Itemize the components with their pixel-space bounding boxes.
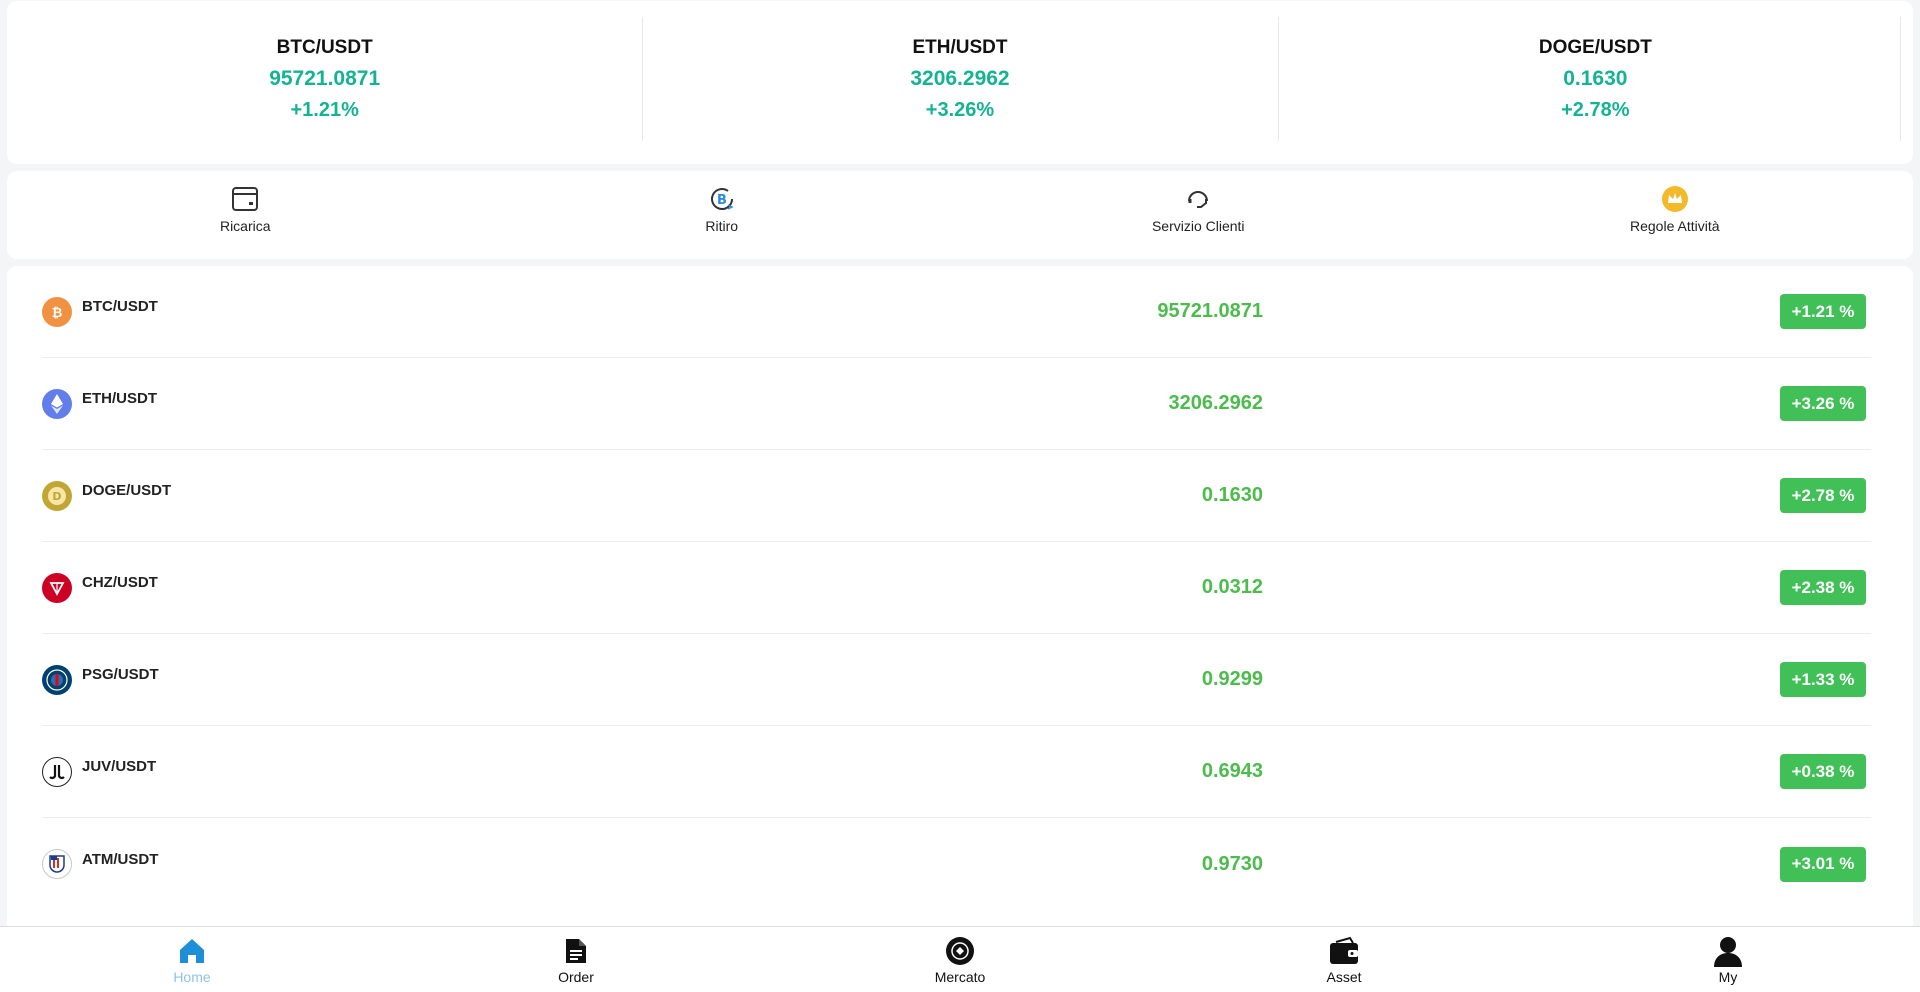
svg-text:₿: ₿ [52, 306, 63, 321]
market-row-eth[interactable]: ETH/USDT 3206.2962 +3.26 % [42, 358, 1871, 450]
market-row-chz[interactable]: CHZ/USDT 0.0312 +2.38 % [42, 542, 1871, 634]
nav-label: Home [173, 969, 211, 985]
nav-order[interactable]: Order [384, 927, 768, 992]
coin-symbol: DOGE/USDT [82, 482, 172, 499]
market-icon [944, 935, 976, 967]
market-row-atm[interactable]: ATM/USDT 0.9730 +3.01 % [42, 818, 1871, 910]
ticker-price: 0.1630 [1563, 67, 1628, 90]
coin-info: ETH/USDT [42, 388, 642, 419]
atm-icon [42, 849, 72, 879]
market-row-psg[interactable]: PSG/USDT 0.9299 +1.33 % [42, 634, 1871, 726]
coin-price: 0.9730 [1201, 852, 1263, 875]
crown-icon [1660, 184, 1690, 214]
change-badge: +1.21 % [1780, 294, 1866, 329]
ticker-symbol: DOGE/USDT [1538, 37, 1652, 58]
coin-info: D DOGE/USDT [42, 480, 642, 511]
ticker-price: 95721.0871 [269, 67, 381, 90]
wallet-card-icon [230, 184, 260, 214]
ticker-change: +1.21% [290, 99, 359, 121]
ritiro-button[interactable]: B Ritiro [484, 171, 961, 259]
ticker-change: +3.26% [925, 99, 995, 121]
document-icon [560, 935, 592, 967]
coin-price: 0.1630 [1201, 484, 1263, 506]
change-badge: +1.33 % [1780, 662, 1866, 697]
ticker-btc[interactable]: BTC/USDT 95721.0871 +1.21% [7, 17, 642, 141]
coin-info: JUV/USDT [42, 756, 642, 787]
coin-symbol: BTC/USDT [82, 298, 158, 315]
doge-icon: D [42, 480, 72, 511]
change-badge: +2.78 % [1780, 478, 1866, 513]
coin-symbol: ETH/USDT [82, 390, 157, 407]
coin-symbol: CHZ/USDT [82, 574, 158, 591]
ticker-price: 3206.2962 [910, 67, 1010, 90]
coin-info: ₿ BTC/USDT [42, 296, 642, 327]
quick-action-label: Regole Attività [1630, 218, 1720, 234]
chz-icon [42, 572, 72, 603]
nav-home[interactable]: Home [0, 927, 384, 992]
ticker-eth[interactable]: ETH/USDT 3206.2962 +3.26% [642, 17, 1277, 141]
change-badge: +3.26 % [1780, 386, 1866, 421]
psg-icon [42, 664, 72, 695]
coin-info: ATM/USDT [42, 849, 642, 879]
quick-action-label: Servizio Clienti [1151, 218, 1245, 234]
juv-icon [42, 756, 72, 787]
coin-price: 3206.2962 [1168, 392, 1263, 414]
coin-price: 0.0312 [1201, 576, 1263, 598]
nav-label: My [1718, 969, 1738, 985]
user-icon [1712, 935, 1744, 967]
bitcoin-withdraw-icon: B [707, 184, 737, 214]
eth-icon [42, 388, 72, 419]
coin-symbol: JUV/USDT [82, 758, 157, 775]
ricarica-button[interactable]: Ricarica [7, 171, 484, 259]
quick-action-label: Ritiro [705, 218, 739, 234]
regole-attivita-button[interactable]: Regole Attività [1437, 171, 1914, 259]
coin-price: 0.9299 [1201, 668, 1263, 690]
ticker-symbol: BTC/USDT [276, 37, 373, 58]
coin-info: PSG/USDT [42, 664, 642, 695]
nav-my[interactable]: My [1536, 927, 1920, 992]
nav-mercato[interactable]: Mercato [768, 927, 1152, 992]
change-badge: +0.38 % [1780, 754, 1866, 789]
home-icon [176, 935, 208, 967]
coin-info: CHZ/USDT [42, 572, 642, 603]
change-badge: +3.01 % [1780, 846, 1866, 882]
ticker-bar: BTC/USDT 95721.0871 +1.21% ETH/USDT 3206… [7, 1, 1913, 164]
ticker-doge[interactable]: DOGE/USDT 0.1630 +2.78% [1277, 17, 1913, 141]
market-list: ₿ BTC/USDT 95721.0871 +1.21 % ETH/USDT 3… [7, 266, 1913, 926]
quick-action-label: Ricarica [219, 218, 271, 234]
nav-label: Order [558, 969, 594, 985]
coin-price: 95721.0871 [1157, 300, 1263, 322]
servizio-clienti-button[interactable]: Servizio Clienti [960, 171, 1437, 259]
quick-actions: Ricarica B Ritiro Servizio Clienti Regol… [7, 171, 1913, 259]
btc-icon: ₿ [42, 296, 72, 327]
headset-icon [1183, 184, 1213, 214]
nav-asset[interactable]: Asset [1152, 927, 1536, 992]
ticker-symbol: ETH/USDT [912, 37, 1008, 58]
nav-label: Asset [1326, 969, 1362, 985]
market-row-btc[interactable]: ₿ BTC/USDT 95721.0871 +1.21 % [42, 266, 1871, 358]
coin-price: 0.6943 [1201, 760, 1263, 782]
svg-text:B: B [717, 193, 727, 208]
market-row-doge[interactable]: D DOGE/USDT 0.1630 +2.78 % [42, 450, 1871, 542]
coin-symbol: PSG/USDT [82, 666, 159, 683]
coin-symbol: ATM/USDT [82, 850, 159, 868]
nav-label: Mercato [934, 969, 986, 985]
change-badge: +2.38 % [1780, 570, 1866, 605]
ticker-change: +2.78% [1561, 99, 1630, 121]
svg-text:D: D [52, 490, 61, 503]
wallet-icon [1328, 935, 1360, 967]
market-row-juv[interactable]: JUV/USDT 0.6943 +0.38 % [42, 726, 1871, 818]
bottom-nav: Home Order Mercato Asset My [0, 926, 1920, 992]
